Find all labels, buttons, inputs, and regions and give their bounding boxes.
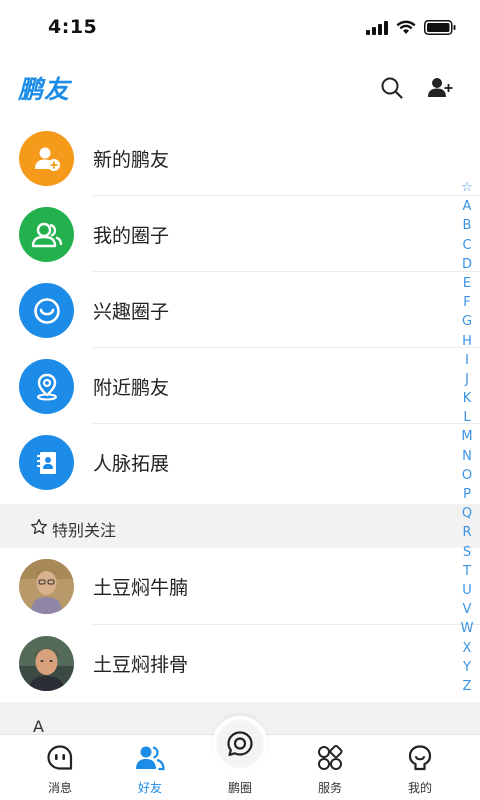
tab-friends[interactable]: 好友 [110,735,190,800]
feature-icon-circle [19,435,74,490]
app-logo: 鹏友 [18,75,71,104]
alpha-index-letter[interactable]: K [463,389,472,408]
feature-label: 兴趣圈子 [93,301,170,323]
alpha-index-letter[interactable]: U [462,581,472,600]
tab-icon [315,743,345,773]
tab-profile[interactable]: 我的 [380,735,460,800]
tab-services[interactable]: 服务 [290,735,370,800]
alpha-index-letter[interactable]: Z [463,677,472,696]
alpha-index-letter[interactable]: A [463,197,472,216]
tab-label: 消息 [47,781,72,795]
services-grid-icon [318,744,343,770]
feature-nearby-friends[interactable]: 附近鹏友 [0,348,480,424]
alpha-index-letter[interactable]: I [465,351,469,370]
contacts-book-icon [36,451,56,474]
profile-icon [408,745,432,771]
alpha-index-letter[interactable]: D [462,255,472,274]
tab-label: 我的 [407,781,432,795]
tab-label: 好友 [137,781,162,795]
alphabet-index[interactable]: ☆ A B C D E F G H I J K L M N O P Q R S T U V W X Y Z [460,178,474,696]
contact-row[interactable]: 土豆焖牛腩 [0,548,480,625]
alpha-index-letter[interactable]: Q [462,504,472,523]
alpha-index-letter[interactable]: F [463,293,470,312]
alpha-index-letter[interactable]: M [461,427,472,446]
alpha-index-letter[interactable]: X [463,639,472,658]
wifi-icon [396,20,416,34]
battery-icon [424,20,456,35]
alpha-index-letter[interactable]: N [462,447,472,466]
my-circle-icon [31,222,62,247]
tab-icon [405,743,435,773]
status-icons [366,20,456,35]
feature-label: 附近鹏友 [93,377,170,399]
feature-label: 新的鹏友 [93,149,170,171]
feature-network-expand[interactable]: 人脉拓展 [0,424,480,500]
feature-label: 我的圈子 [93,225,170,247]
alpha-index-letter[interactable]: W [461,619,474,638]
tab-icon [45,743,75,773]
nearby-location-icon [36,373,57,400]
feature-icon-circle [19,359,74,414]
alpha-index-letter[interactable]: S [463,543,471,562]
interest-circle-icon [33,297,60,324]
feature-list: 新的鹏友 我的圈子 兴趣圈子 附近鹏友 人脉拓展 [0,120,480,500]
alpha-index-letter[interactable]: T [463,562,471,581]
contact-name: 土豆焖牛腩 [93,577,189,599]
contact-list: 土豆焖牛腩 土豆焖排骨 [0,548,480,702]
section-title: 特别关注 [52,521,117,540]
alpha-index-letter[interactable]: L [463,408,470,427]
contact-name: 土豆焖排骨 [93,654,189,676]
feature-label: 人脉拓展 [93,453,170,475]
tab-label: 服务 [317,781,342,795]
avatar [19,636,74,691]
feature-new-friends[interactable]: 新的鹏友 [0,120,480,196]
alpha-index-letter[interactable]: B [463,216,472,235]
moments-chat-icon [227,731,253,757]
search-button[interactable] [376,72,408,104]
moments-button[interactable] [216,720,264,768]
tab-icon [135,743,165,773]
message-face-icon [47,745,73,770]
star-outline-icon [31,518,47,535]
alpha-index-letter[interactable]: ☆ [461,178,473,197]
status-bar: 4:15 [0,0,480,56]
feature-interest-circles[interactable]: 兴趣圈子 [0,272,480,348]
alpha-index-letter[interactable]: C [462,236,471,255]
feature-my-circles[interactable]: 我的圈子 [0,196,480,272]
alpha-index-letter[interactable]: H [462,332,472,351]
alpha-index-letter[interactable]: J [465,370,469,389]
feature-icon-circle [19,131,74,186]
tab-label: 鹏圈 [227,781,252,795]
alpha-index-letter[interactable]: O [462,466,472,485]
signal-icon [366,20,388,35]
tab-messages[interactable]: 消息 [20,735,100,800]
alpha-index-letter[interactable]: R [462,523,471,542]
add-person-icon [428,78,453,97]
alpha-index-letter[interactable]: E [463,274,471,293]
app-header: 鹏友 [0,56,480,120]
alpha-index-letter[interactable]: Y [463,658,471,677]
section-header-special: 特别关注 [0,504,480,548]
add-friend-button[interactable] [424,72,456,104]
feature-icon-circle [19,207,74,262]
search-icon [381,77,403,99]
alpha-index-letter[interactable]: P [463,485,471,504]
avatar [19,559,74,614]
contact-row[interactable]: 土豆焖排骨 [0,625,480,702]
alpha-index-letter[interactable]: V [463,600,472,619]
new-friend-icon [34,147,60,171]
status-time: 4:15 [48,16,98,38]
feature-icon-circle [19,283,74,338]
alpha-index-letter[interactable]: G [462,312,472,331]
friends-icon [136,746,165,771]
